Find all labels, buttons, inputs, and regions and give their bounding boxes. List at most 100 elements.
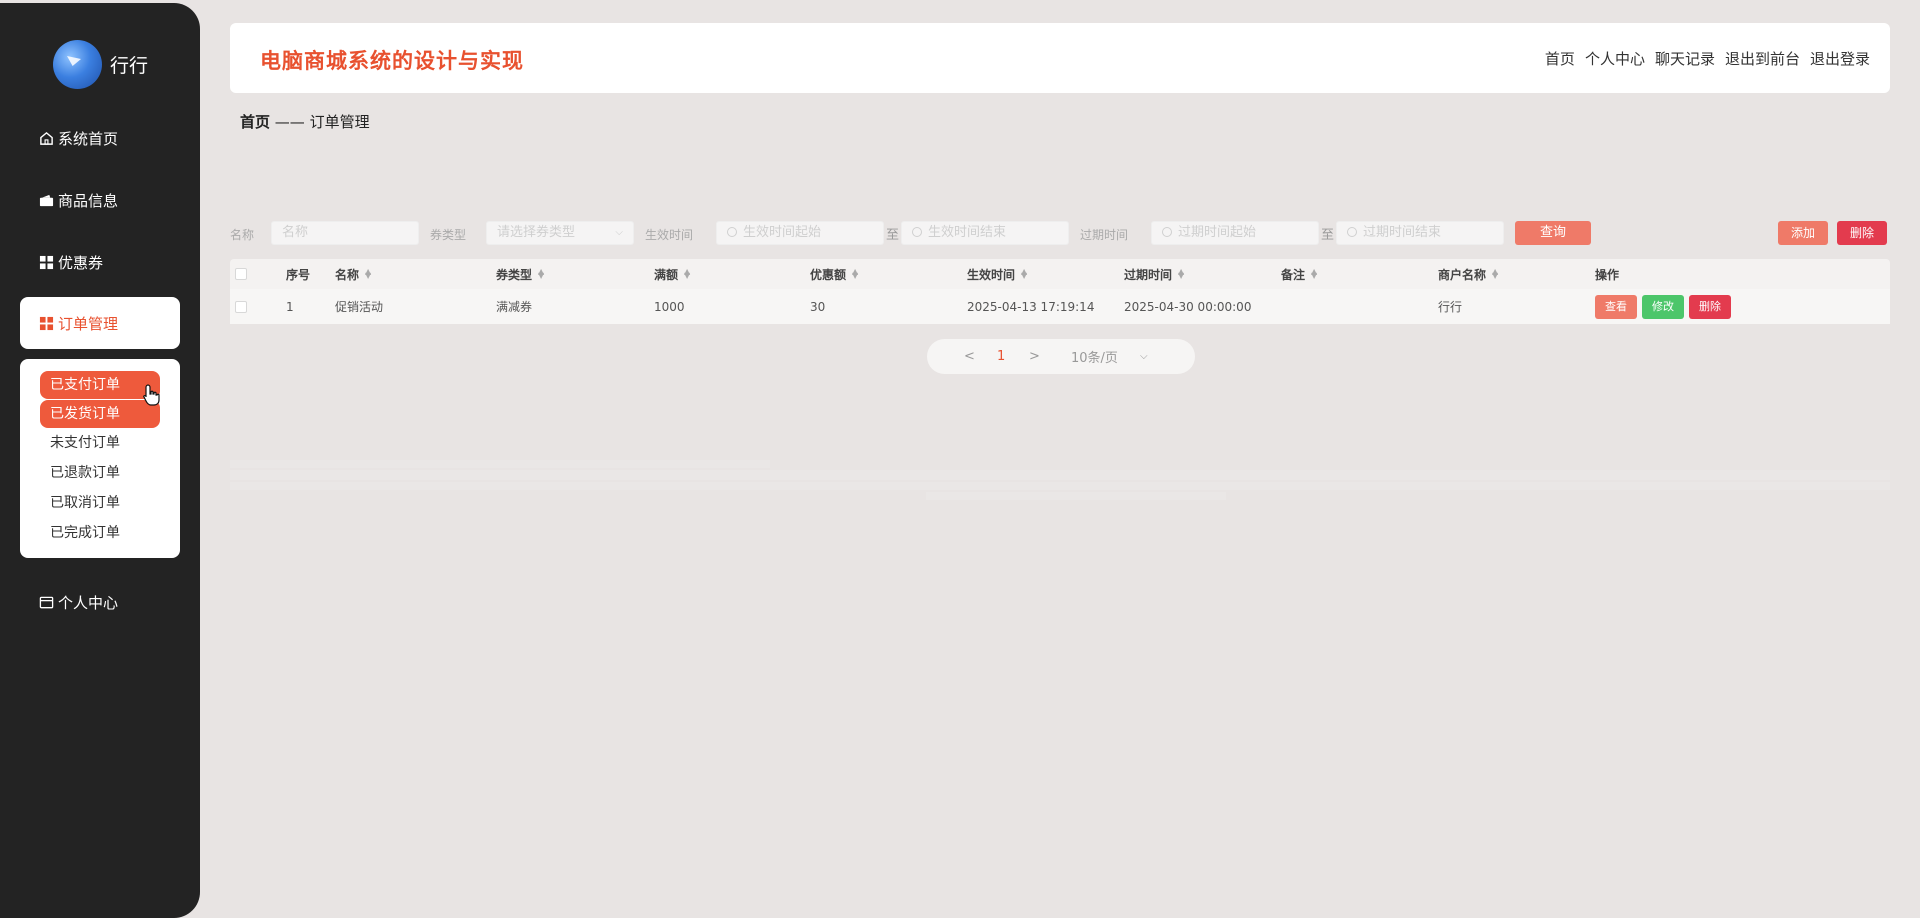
name-filter-input[interactable]: 名称	[271, 221, 419, 245]
cell-name: 促销活动	[335, 300, 384, 314]
coupon-table: 序号 名称 ▲ ▼ 券类型 ▲ ▼ 满额 ▲ ▼ 优惠额 ▲ ▼ 生效时间 ▲ ▼ 过期时间 ▲ ▼ 备…	[230, 259, 1890, 324]
expire-time-from-input[interactable]: 过期时间起始	[1151, 221, 1319, 245]
sidebar-item-orders-inner: 订单管理	[38, 311, 118, 335]
type-filter-placeholder: 请选择券类型	[497, 225, 576, 240]
sidebar-item-label: 个人中心	[58, 593, 119, 612]
home-icon	[38, 130, 54, 146]
pagination: < 1 > 10条/页 ⌵	[927, 339, 1195, 374]
range-to-label: 至	[886, 228, 900, 243]
add-button[interactable]: 添加	[1778, 221, 1828, 245]
expire-time-label: 过期时间	[1080, 228, 1129, 242]
sort-icon[interactable]: ▲ ▼	[1021, 268, 1027, 280]
name-filter-placeholder: 名称	[282, 225, 309, 240]
prev-page-button[interactable]: <	[964, 349, 975, 364]
breadcrumb-home[interactable]: 首页	[240, 113, 270, 131]
nav-chat-link[interactable]: 聊天记录	[1655, 48, 1715, 69]
cell-type: 满减券	[496, 300, 533, 314]
col-merchant[interactable]: 商户名称 ▲ ▼	[1438, 259, 1498, 289]
fading-table-ghost	[230, 460, 1890, 502]
next-page-button[interactable]: >	[1029, 349, 1040, 364]
nav-frontend-link[interactable]: 退出到前台	[1725, 48, 1800, 69]
submenu-unpaid-orders[interactable]: 未支付订单	[40, 429, 160, 457]
top-nav: 首页 个人中心 聊天记录 退出到前台 退出登录	[1545, 48, 1870, 69]
submenu-refunded-orders[interactable]: 已退款订单	[40, 459, 160, 487]
sidebar: 行行 系统首页 商品信息 优惠券 订单管理 已支付订单 已发货订单 未支付订单 …	[0, 3, 200, 918]
clock-icon	[1347, 227, 1357, 237]
table-header: 序号 名称 ▲ ▼ 券类型 ▲ ▼ 满额 ▲ ▼ 优惠额 ▲ ▼ 生效时间 ▲ ▼ 过期时间 ▲ ▼ 备…	[230, 259, 1890, 289]
cell-start-time: 2025-04-13 17:19:14	[967, 299, 1095, 314]
grid-icon	[38, 254, 54, 270]
col-index-label: 序号	[286, 267, 311, 282]
name-filter-label: 名称	[230, 228, 255, 242]
query-button[interactable]: 查询	[1515, 221, 1591, 245]
page-number[interactable]: 1	[997, 349, 1005, 364]
page-size-select[interactable]: 10条/页	[1071, 347, 1118, 366]
view-button[interactable]: 查看	[1595, 294, 1637, 319]
submenu-paid-orders[interactable]: 已支付订单	[40, 371, 160, 399]
cell-merchant: 行行	[1438, 300, 1463, 314]
sidebar-item-label: 订单管理	[58, 314, 119, 333]
submenu-shipped-orders[interactable]: 已发货订单	[40, 400, 160, 428]
expire-to-placeholder: 过期时间结束	[1363, 225, 1442, 240]
sort-icon[interactable]: ▲ ▼	[365, 268, 371, 280]
start-to-placeholder: 生效时间结束	[928, 225, 1007, 240]
sidebar-item-coupons[interactable]: 优惠券	[38, 250, 103, 274]
nav-logout-link[interactable]: 退出登录	[1810, 48, 1870, 69]
app-title: 电脑商城系统的设计与实现	[260, 49, 524, 73]
col-start-time[interactable]: 生效时间 ▲ ▼	[967, 259, 1027, 289]
expire-from-placeholder: 过期时间起始	[1178, 225, 1257, 240]
nav-home-link[interactable]: 首页	[1545, 48, 1575, 69]
row-checkbox[interactable]	[235, 289, 247, 324]
start-from-placeholder: 生效时间起始	[743, 225, 822, 240]
col-type[interactable]: 券类型 ▲ ▼	[496, 259, 544, 289]
col-discount-label: 优惠额	[810, 267, 847, 282]
chevron-down-icon: ⌵	[615, 227, 623, 238]
col-note-label: 备注	[1281, 267, 1306, 282]
type-filter-select[interactable]: 请选择券类型 ⌵	[486, 221, 634, 245]
sidebar-item-orders[interactable]: 订单管理	[20, 297, 180, 349]
top-header: 电脑商城系统的设计与实现 首页 个人中心 聊天记录 退出到前台 退出登录	[230, 23, 1890, 93]
expire-time-to-input[interactable]: 过期时间结束	[1336, 221, 1504, 245]
edit-button[interactable]: 修改	[1642, 294, 1684, 319]
col-note[interactable]: 备注 ▲ ▼	[1281, 259, 1317, 289]
sort-icon[interactable]: ▲ ▼	[1178, 268, 1184, 280]
start-time-label: 生效时间	[645, 228, 694, 242]
sidebar-item-profile[interactable]: 个人中心	[38, 590, 118, 614]
sort-icon[interactable]: ▲ ▼	[1311, 268, 1317, 280]
col-start-label: 生效时间	[967, 267, 1016, 282]
hand-cursor-icon	[143, 384, 160, 406]
sidebar-item-products[interactable]: 商品信息	[38, 188, 118, 212]
breadcrumb-current: 订单管理	[309, 113, 370, 131]
table-row: 1 促销活动 满减券 1000 30 2025-04-13 17:19:14 2…	[230, 289, 1890, 324]
sort-icon[interactable]: ▲ ▼	[852, 268, 858, 280]
sidebar-item-home[interactable]: 系统首页	[38, 126, 118, 150]
cell-actions: 查看 修改 删除	[1595, 289, 1736, 324]
clock-icon	[727, 227, 737, 237]
start-time-to-input[interactable]: 生效时间结束	[901, 221, 1069, 245]
select-all-checkbox[interactable]	[235, 259, 247, 289]
brand-name: 行行	[110, 55, 149, 77]
sort-icon[interactable]: ▲ ▼	[684, 268, 690, 280]
start-time-from-input[interactable]: 生效时间起始	[716, 221, 884, 245]
col-threshold[interactable]: 满额 ▲ ▼	[654, 259, 690, 289]
sort-icon[interactable]: ▲ ▼	[538, 268, 544, 280]
sidebar-item-label: 优惠券	[58, 253, 104, 272]
delete-button[interactable]: 删除	[1689, 294, 1731, 319]
submenu-completed-orders[interactable]: 已完成订单	[40, 519, 160, 547]
cell-index: 1	[286, 299, 294, 314]
grid-icon	[38, 315, 54, 331]
cell-expire-time: 2025-04-30 00:00:00	[1124, 299, 1252, 314]
col-discount[interactable]: 优惠额 ▲ ▼	[810, 259, 858, 289]
col-type-label: 券类型	[496, 267, 533, 282]
batch-delete-button[interactable]: 删除	[1837, 221, 1887, 245]
chevron-down-icon: ⌵	[1140, 351, 1148, 362]
col-expire-time[interactable]: 过期时间 ▲ ▼	[1124, 259, 1184, 289]
sort-icon[interactable]: ▲ ▼	[1492, 268, 1498, 280]
nav-profile-link[interactable]: 个人中心	[1585, 48, 1645, 69]
submenu-cancelled-orders[interactable]: 已取消订单	[40, 489, 160, 517]
cell-threshold: 1000	[654, 299, 685, 314]
col-name[interactable]: 名称 ▲ ▼	[335, 259, 371, 289]
col-actions: 操作	[1595, 259, 1619, 289]
type-filter-label: 券类型	[430, 228, 467, 242]
clock-icon	[912, 227, 922, 237]
